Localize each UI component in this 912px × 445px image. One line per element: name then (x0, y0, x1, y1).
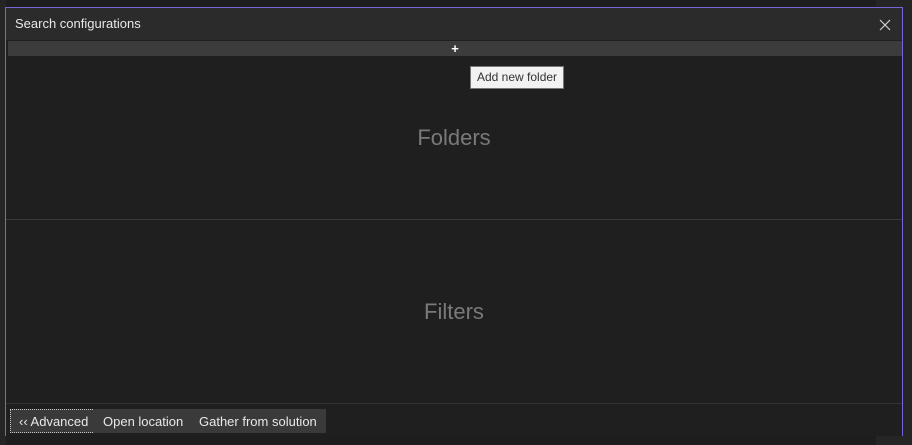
dialog-titlebar: Search configurations (6, 8, 902, 40)
folders-label: Folders (417, 125, 491, 150)
close-icon (879, 19, 891, 31)
close-button[interactable] (874, 14, 896, 36)
filters-label: Filters (424, 298, 484, 324)
folders-section: Folders (6, 56, 902, 220)
add-folder-tooltip: Add new folder (470, 66, 565, 89)
open-location-button[interactable]: Open location (94, 409, 193, 433)
search-configurations-dialog: Search configurations + Folders Filters … (5, 7, 903, 436)
advanced-button[interactable]: ‹‹ Advanced (10, 409, 98, 433)
plus-icon: + (451, 41, 459, 56)
add-folder-button[interactable]: + (8, 41, 902, 56)
filters-section: Filters (6, 220, 902, 403)
gather-from-solution-button[interactable]: Gather from solution (190, 409, 326, 433)
dialog-footer: ‹‹ Advanced Open location Gather from so… (6, 403, 902, 436)
dialog-title: Search configurations (15, 16, 141, 31)
